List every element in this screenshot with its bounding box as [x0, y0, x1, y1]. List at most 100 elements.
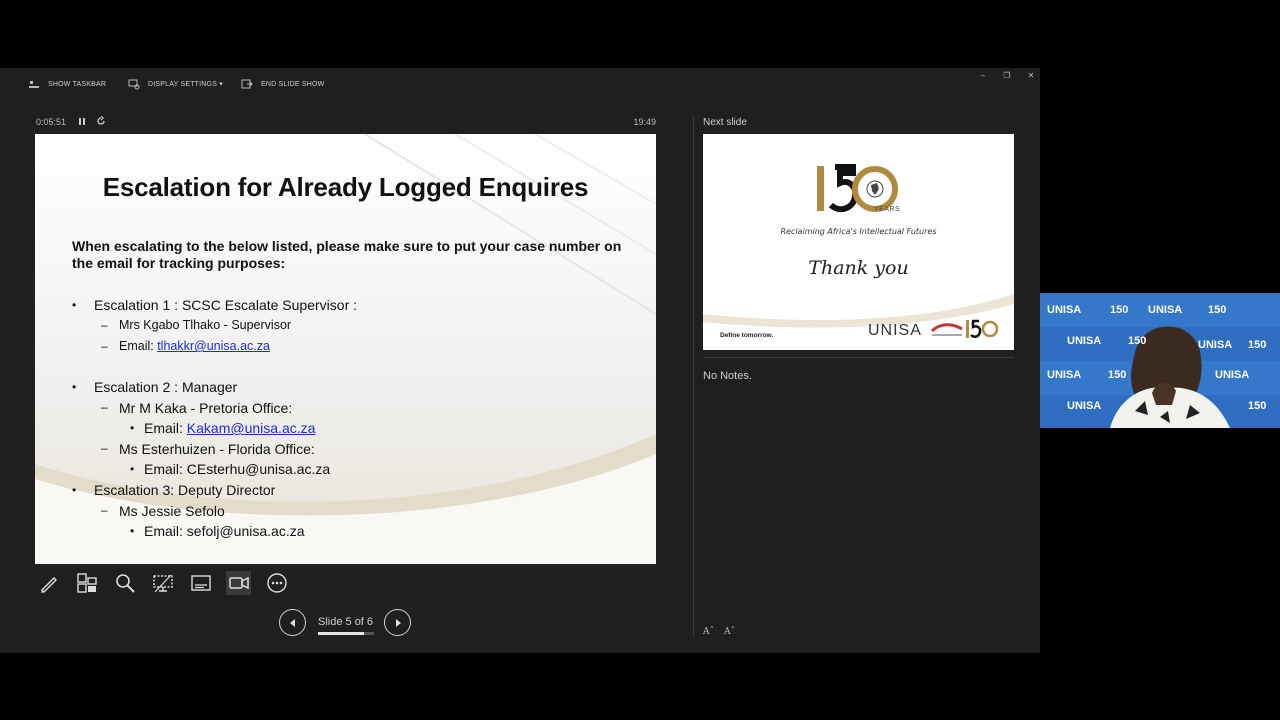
display-settings-icon: [128, 79, 140, 90]
close-icon[interactable]: ✕: [1026, 71, 1036, 80]
email-label: Email:: [119, 339, 158, 353]
window-controls: – ❐ ✕: [978, 71, 1036, 80]
restore-icon[interactable]: ❐: [1002, 71, 1012, 80]
bullet-icon: •: [130, 462, 135, 476]
slide-navigation: Slide 5 of 6: [279, 609, 413, 637]
unisa-150-logo: 150: [1128, 335, 1147, 347]
pen-icon: [40, 577, 57, 593]
see-all-slides-button[interactable]: [74, 571, 99, 595]
taskbar-icon: [29, 81, 39, 88]
unisa-wordmark: UNISA: [1148, 304, 1183, 316]
dash-icon: –: [101, 503, 108, 517]
escalation-2-email-2: Email: CEsterhu@unisa.ac.za: [144, 461, 331, 477]
more-options-button[interactable]: [264, 571, 289, 595]
pane-divider[interactable]: [693, 116, 694, 638]
slide-counter[interactable]: Slide 5 of 6: [318, 616, 373, 628]
reset-timer-icon[interactable]: [96, 115, 106, 128]
notes-separator: [703, 357, 1014, 358]
decrease-font-button[interactable]: Aˇ: [724, 627, 735, 637]
escalation-2-person-1: Mr M Kaka - Pretoria Office:: [119, 400, 293, 416]
subtitles-button[interactable]: [188, 571, 213, 595]
pause-timer-icon[interactable]: [78, 117, 86, 128]
webcam-video: UNISA 150 UNISA 150 UNISA 150 UNISA 150 …: [1040, 293, 1280, 428]
presenter-view: SHOW TASKBAR DISPLAY SETTINGS ▾ END SLID…: [0, 68, 1040, 653]
escalation-2: Escalation 2 : Manager: [94, 379, 238, 395]
escalation-1-email: Email: tlhakkr@unisa.ac.za: [119, 339, 270, 353]
magnifier-icon: [115, 574, 135, 593]
escalation-1: Escalation 1 : SCSC Escalate Supervisor …: [94, 297, 358, 313]
display-settings-label: DISPLAY SETTINGS ▾: [148, 81, 223, 88]
next-slide-button[interactable]: [384, 609, 411, 636]
escalation-2-person-2: Ms Esterhuizen - Florida Office:: [119, 441, 315, 457]
end-slide-show-label: END SLIDE SHOW: [261, 80, 325, 88]
show-taskbar-label: SHOW TASKBAR: [48, 80, 107, 88]
elapsed-timer: 0:05:51: [36, 117, 67, 127]
next-slide-tagline: Reclaiming Africa's Intellectual Futures: [780, 227, 937, 236]
camera-button[interactable]: [226, 571, 251, 595]
email-link-tlhakkr[interactable]: tlhakkr@unisa.ac.za: [157, 339, 270, 353]
timer-row: 0:05:51 19:49: [36, 115, 656, 131]
zoom-button[interactable]: [112, 571, 137, 595]
unisa-wordmark: UNISA: [1067, 400, 1102, 412]
show-taskbar-button[interactable]: SHOW TASKBAR: [28, 78, 106, 90]
screen-off-icon: [152, 574, 173, 593]
current-slide[interactable]: Escalation for Already Logged Enquires W…: [35, 134, 656, 564]
unisa-150-logo: 150: [1208, 304, 1227, 316]
dash-icon: –: [101, 441, 108, 455]
clock: 19:49: [633, 117, 656, 127]
unisa-wordmark: UNISA: [1067, 335, 1102, 347]
unisa-wordmark: UNISA: [1215, 369, 1250, 381]
escalation-3-person: Ms Jessie Sefolo: [119, 503, 225, 519]
escalation-3-email: Email: sefolj@unisa.ac.za: [144, 523, 305, 539]
pen-tool-button[interactable]: [36, 571, 61, 595]
minimize-icon[interactable]: –: [978, 71, 988, 80]
next-slide-preview[interactable]: YEARS Reclaiming Africa's Intellectual F…: [703, 134, 1014, 350]
next-slide-thanks: Thank you: [808, 257, 909, 279]
years-label: YEARS: [874, 206, 901, 213]
more-icon: [266, 573, 287, 593]
slide-tools: [36, 571, 289, 595]
bullet-icon: •: [72, 483, 77, 497]
unisa-150-small-logo: [966, 319, 999, 338]
notes-font-controls: Aˆ Aˇ: [703, 627, 735, 637]
end-slide-show-button[interactable]: END SLIDE SHOW: [241, 78, 324, 90]
bullet-icon: •: [130, 421, 135, 435]
escalation-2-email-1: Email: Kakam@unisa.ac.za: [144, 420, 315, 436]
end-show-icon: [241, 79, 253, 89]
unisa-150-logo: 150: [1108, 369, 1127, 381]
slide-title: Escalation for Already Logged Enquires: [102, 172, 589, 202]
black-screen-button[interactable]: [150, 571, 175, 595]
slide-progress-bar: [318, 632, 374, 635]
unisa-wordmark: UNISA: [868, 322, 922, 339]
unisa-wordmark: UNISA: [1047, 304, 1082, 316]
dash-icon: –: [101, 339, 108, 353]
bullet-icon: •: [130, 524, 135, 538]
email-link-kakam[interactable]: Kakam@unisa.ac.za: [187, 420, 316, 436]
slide-intro: When escalating to the below listed, ple…: [72, 238, 622, 271]
bullet-icon: •: [72, 380, 77, 394]
increase-font-button[interactable]: Aˆ: [703, 627, 714, 637]
bullet-icon: •: [72, 298, 77, 312]
unisa-150-logo: 150: [1110, 304, 1129, 316]
unisa-150-logo: 150: [1248, 339, 1267, 351]
slide-progress-fill: [318, 632, 365, 635]
escalation-3: Escalation 3: Deputy Director: [94, 482, 276, 498]
presenter-toolbar: SHOW TASKBAR DISPLAY SETTINGS ▾ END SLID…: [0, 68, 1040, 102]
next-slide-label: Next slide: [703, 117, 747, 128]
subtitles-icon: [190, 575, 211, 591]
unisa-wordmark: UNISA: [1198, 339, 1233, 351]
video-camera-icon: [228, 576, 249, 590]
escalation-1-person: Mrs Kgabo Tlhako - Supervisor: [119, 318, 292, 332]
grid-icon: [76, 573, 97, 593]
define-tomorrow-text: Define tomorrow.: [720, 332, 774, 339]
unisa-emblem-icon: [930, 323, 963, 336]
arrow-right-icon: [395, 618, 401, 627]
unisa-wordmark: UNISA: [1047, 369, 1082, 381]
unisa-150-logo: 150: [1248, 400, 1267, 412]
email-label: Email:: [144, 420, 187, 436]
speaker-notes[interactable]: No Notes.: [703, 370, 752, 382]
display-settings-button[interactable]: DISPLAY SETTINGS ▾: [128, 78, 223, 90]
dash-icon: –: [101, 318, 108, 332]
arrow-left-icon: [289, 618, 295, 627]
previous-slide-button[interactable]: [279, 609, 306, 636]
